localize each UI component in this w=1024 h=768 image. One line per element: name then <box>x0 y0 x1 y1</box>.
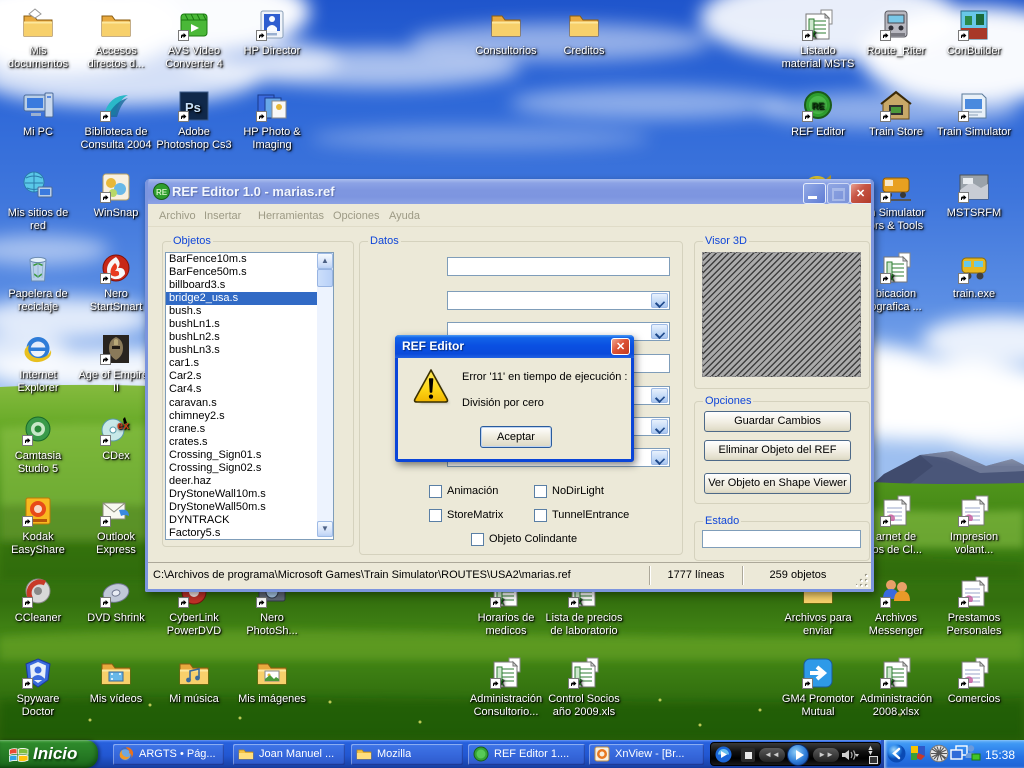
svg-text:RE: RE <box>812 101 825 111</box>
svg-text:ex: ex <box>117 420 130 432</box>
